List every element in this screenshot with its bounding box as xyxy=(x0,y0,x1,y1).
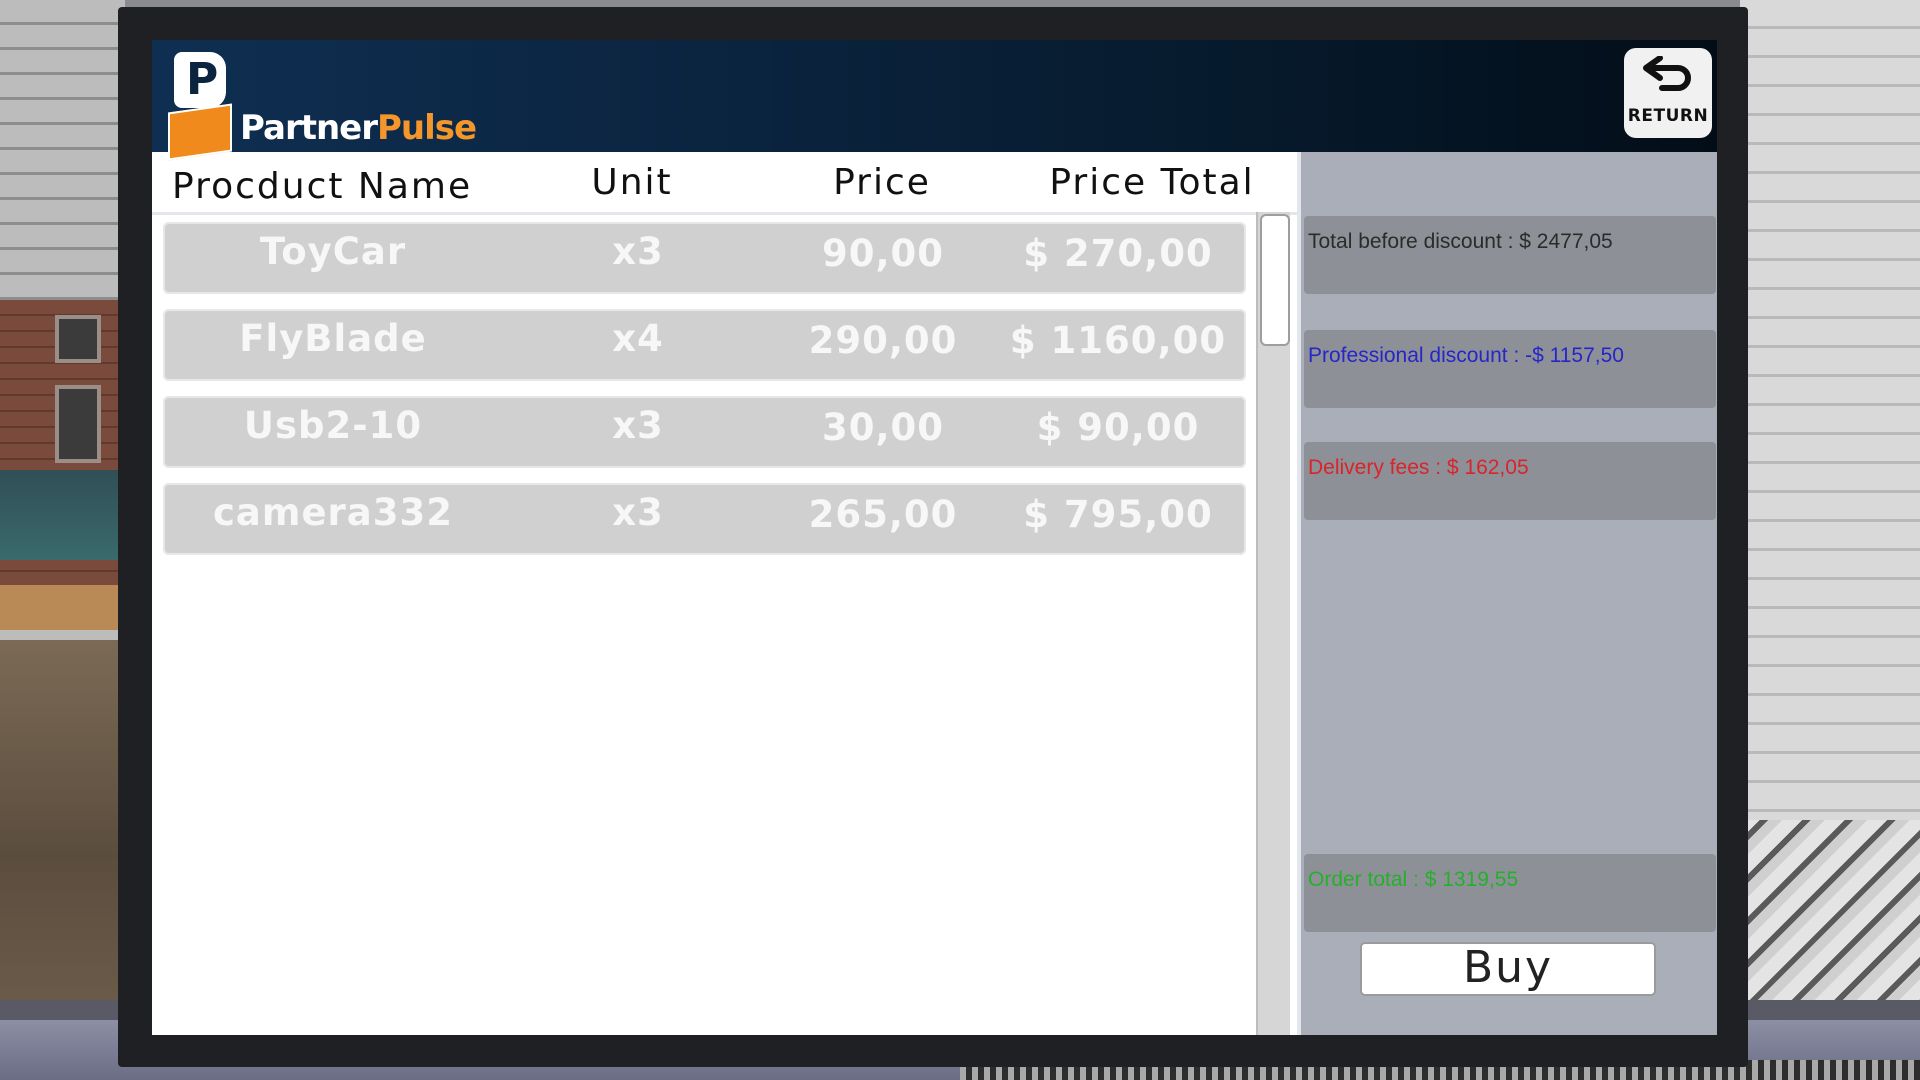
table-row[interactable]: Usb2-10 x3 30,00 $ 90,00 xyxy=(163,396,1246,468)
scrollbar-thumb[interactable] xyxy=(1260,214,1290,346)
cell-price-total: $ 795,00 xyxy=(1023,493,1213,536)
cell-price-total: $ 90,00 xyxy=(1036,406,1200,449)
column-header-price: Price xyxy=(833,162,931,203)
return-button[interactable]: RETURN xyxy=(1624,48,1712,138)
return-label: RETURN xyxy=(1627,106,1709,126)
cell-unit: x3 xyxy=(612,230,664,273)
ground xyxy=(0,640,125,1000)
order-total-box: Order total : $ 1319,55 xyxy=(1304,854,1716,932)
table-header: Procduct Name Unit Price Price Total xyxy=(152,152,1297,215)
logo-mark: P xyxy=(174,52,226,108)
order-panel: P PartnerPulse RETURN Procduct Name Unit… xyxy=(152,40,1717,1035)
shop-front xyxy=(0,470,125,560)
order-summary: Total before discount : $ 2477,05 Profes… xyxy=(1297,152,1717,1035)
cell-product-name: ToyCar xyxy=(259,230,407,273)
cell-price: 90,00 xyxy=(821,232,945,275)
panel-header: P PartnerPulse RETURN xyxy=(152,40,1717,161)
brand-name: PartnerPulse xyxy=(240,108,477,148)
cardboard-crates xyxy=(0,585,125,630)
total-before-discount: Total before discount : $ 2477,05 xyxy=(1308,230,1613,253)
cell-unit: x3 xyxy=(612,491,664,534)
partner-pulse-logo: P PartnerPulse xyxy=(160,50,477,161)
column-header-unit: Unit xyxy=(591,162,673,203)
table-row[interactable]: camera332 x3 265,00 $ 795,00 xyxy=(163,483,1246,555)
brand-name-part1: Partner xyxy=(240,108,378,148)
cell-price: 265,00 xyxy=(808,493,958,536)
cell-product-name: FlyBlade xyxy=(239,317,427,360)
table-row[interactable]: ToyCar x3 90,00 $ 270,00 xyxy=(163,222,1246,294)
cell-product-name: camera332 xyxy=(213,491,453,534)
cell-price-total: $ 1160,00 xyxy=(1009,319,1227,362)
cell-product-name: Usb2-10 xyxy=(243,404,423,447)
column-header-product-name: Procduct Name xyxy=(172,166,473,207)
buy-button[interactable]: Buy xyxy=(1360,942,1656,996)
order-total: Order total : $ 1319,55 xyxy=(1308,868,1519,891)
delivery-fees-box: Delivery fees : $ 162,05 xyxy=(1304,442,1716,520)
building-window xyxy=(55,385,101,463)
cell-unit: x3 xyxy=(612,404,664,447)
table-row[interactable]: FlyBlade x4 290,00 $ 1160,00 xyxy=(163,309,1246,381)
building-window xyxy=(55,315,101,363)
delivery-fees: Delivery fees : $ 162,05 xyxy=(1308,456,1529,479)
total-before-discount-box: Total before discount : $ 2477,05 xyxy=(1304,216,1716,294)
logo-mark-letter: P xyxy=(186,54,219,105)
cell-price: 30,00 xyxy=(821,406,945,449)
return-arrow-icon xyxy=(1643,56,1691,91)
buy-button-label: Buy xyxy=(1462,942,1554,993)
cell-price-total: $ 270,00 xyxy=(1023,232,1213,275)
table-scrollbar[interactable] xyxy=(1256,212,1290,1035)
brand-name-part2: Pulse xyxy=(377,108,477,148)
tiled-floor xyxy=(1740,820,1920,1020)
column-header-price-total: Price Total xyxy=(1049,162,1255,203)
professional-discount: Professional discount : -$ 1157,50 xyxy=(1308,344,1624,367)
professional-discount-box: Professional discount : -$ 1157,50 xyxy=(1304,330,1716,408)
cell-unit: x4 xyxy=(612,317,664,360)
cell-price: 290,00 xyxy=(808,319,958,362)
